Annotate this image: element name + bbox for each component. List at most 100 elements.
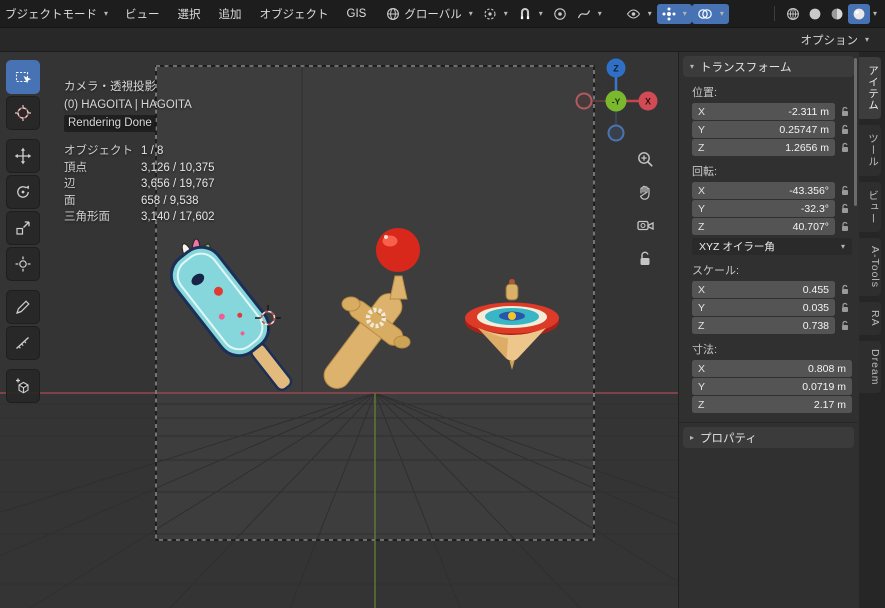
gizmo-neg-y-ball[interactable]: -Y — [605, 90, 627, 112]
dimensions-x-field[interactable]: X 0.808 m — [692, 360, 852, 377]
tab-ra[interactable]: RA — [859, 302, 881, 335]
properties-panel-header[interactable]: ▸ プロパティ — [683, 427, 854, 448]
shading-material-button[interactable] — [826, 4, 848, 24]
lock-icon[interactable] — [837, 302, 852, 314]
shading-rendered-button[interactable] — [847, 3, 870, 24]
lock-icon[interactable] — [837, 320, 852, 332]
visibility-dropdown[interactable]: ▾ — [621, 4, 657, 24]
axis-label: X — [698, 362, 706, 375]
axis-label: Z — [698, 398, 705, 411]
tab-tool[interactable]: ツール — [859, 125, 881, 176]
menu-add[interactable]: 追加 — [210, 0, 251, 27]
panel-scrollbar[interactable] — [854, 58, 857, 206]
menu-gis-label: GIS — [346, 7, 367, 20]
rotation-mode-dropdown[interactable]: XYZ オイラー角 ▾ — [692, 238, 852, 255]
menu-gis[interactable]: GIS — [338, 0, 376, 27]
tool-scale[interactable] — [6, 211, 40, 245]
gizmo-x-ball[interactable]: X — [638, 91, 658, 111]
gizmo-neg-x-ball[interactable] — [575, 92, 593, 110]
lock-icon[interactable] — [837, 142, 852, 154]
snap-dropdown[interactable]: ▾ — [513, 4, 548, 24]
field-value: 0.035 — [802, 301, 829, 314]
overlays-toggle[interactable]: ▾ — [691, 3, 729, 24]
tool-select-box[interactable] — [6, 60, 40, 94]
dimensions-y-field[interactable]: Y 0.0719 m — [692, 378, 852, 395]
rotation-x-row: X -43.356° — [692, 182, 852, 199]
tool-move[interactable] — [6, 139, 40, 173]
tab-dream[interactable]: Dream — [859, 340, 881, 394]
pan-hand-button[interactable] — [634, 181, 656, 203]
svg-text:X: X — [645, 97, 651, 107]
navigation-gizmo[interactable]: Z X -Y — [574, 56, 658, 144]
shading-solid-button[interactable] — [804, 4, 826, 24]
chevron-down-icon: ▾ — [690, 61, 695, 71]
tool-settings-bar: オプション ▾ — [0, 28, 885, 52]
tool-add-cube[interactable] — [6, 369, 40, 403]
chevron-down-icon[interactable]: ▾ — [873, 9, 877, 18]
transform-panel-header[interactable]: ▾ トランスフォーム — [683, 56, 854, 77]
gizmo-z-ball[interactable]: Z — [606, 58, 626, 78]
axis-label: Y — [698, 202, 706, 215]
falloff-curve-icon — [577, 7, 591, 21]
tool-annotate[interactable] — [6, 290, 40, 324]
field-value: 0.25747 m — [779, 123, 829, 136]
scale-x-field[interactable]: X 0.455 — [692, 281, 835, 298]
rotation-mode-value: XYZ オイラー角 — [699, 241, 775, 253]
tool-measure[interactable] — [6, 326, 40, 360]
camera-view-button[interactable] — [634, 214, 656, 236]
mode-dropdown[interactable]: ブジェクトモード ▾ — [0, 6, 116, 22]
menu-add-label: 追加 — [218, 8, 242, 21]
field-value: 40.707° — [792, 220, 829, 233]
tool-bar — [6, 60, 40, 403]
scale-z-field[interactable]: Z 0.738 — [692, 317, 835, 334]
tab-a-tools[interactable]: A-Tools — [859, 238, 881, 297]
gizmos-toggle[interactable]: ▾ — [656, 3, 692, 24]
proportional-falloff-dropdown[interactable]: ▾ — [572, 4, 607, 24]
menu-object[interactable]: オブジェクト — [251, 0, 338, 27]
rotation-z-field[interactable]: Z 40.707° — [692, 218, 835, 235]
rotation-x-field[interactable]: X -43.356° — [692, 182, 835, 199]
lock-icon[interactable] — [837, 106, 852, 118]
zoom-button[interactable] — [634, 148, 656, 170]
lock-icon[interactable] — [837, 185, 852, 197]
panel-divider — [679, 422, 858, 423]
sidebar-panel: ▾ トランスフォーム 位置: X -2.311 m Y 0.25747 m Z 1.2… — [678, 52, 858, 608]
chevron-down-icon: ▾ — [597, 8, 602, 18]
scale-x-row: X 0.455 — [692, 281, 852, 298]
dimensions-label: 寸法: — [692, 344, 718, 356]
tab-label: アイテム — [867, 65, 879, 111]
tab-item[interactable]: アイテム — [859, 57, 881, 119]
globe-icon — [386, 7, 400, 21]
tool-cursor[interactable] — [6, 96, 40, 130]
gizmo-neg-z-ball[interactable] — [607, 124, 625, 142]
scale-y-field[interactable]: Y 0.035 — [692, 299, 835, 316]
overlays-icon — [697, 7, 713, 21]
axis-label: Y — [698, 123, 706, 136]
lock-icon[interactable] — [837, 284, 852, 296]
location-z-row: Z 1.2656 m — [692, 139, 852, 156]
lock-icon[interactable] — [837, 221, 852, 233]
tool-transform[interactable] — [6, 247, 40, 281]
tool-rotate[interactable] — [6, 175, 40, 209]
proportional-toggle[interactable] — [548, 4, 572, 24]
shading-wireframe-button[interactable] — [782, 4, 804, 24]
shading-modes: ▾ — [767, 3, 885, 24]
lock-icon[interactable] — [837, 124, 852, 136]
orientation-dropdown[interactable]: グローバル ▾ — [381, 4, 477, 24]
menu-view[interactable]: ビュー — [116, 0, 169, 27]
location-y-field[interactable]: Y 0.25747 m — [692, 121, 835, 138]
pivot-icon — [483, 7, 497, 21]
tab-view[interactable]: ビュー — [859, 181, 881, 232]
rotation-y-field[interactable]: Y -32.3° — [692, 200, 835, 217]
chevron-down-icon: ▾ — [864, 34, 869, 44]
camera-lock-button[interactable] — [634, 247, 656, 269]
location-x-field[interactable]: X -2.311 m — [692, 103, 835, 120]
dimensions-z-field[interactable]: Z 2.17 m — [692, 396, 852, 413]
chevron-down-icon: ▾ — [682, 8, 687, 18]
location-z-field[interactable]: Z 1.2656 m — [692, 139, 835, 156]
pivot-dropdown[interactable]: ▾ — [478, 4, 513, 24]
lock-icon[interactable] — [837, 203, 852, 215]
tab-label: ビュー — [867, 189, 879, 225]
options-dropdown[interactable]: オプション ▾ — [800, 32, 885, 48]
menu-select[interactable]: 選択 — [169, 0, 210, 27]
